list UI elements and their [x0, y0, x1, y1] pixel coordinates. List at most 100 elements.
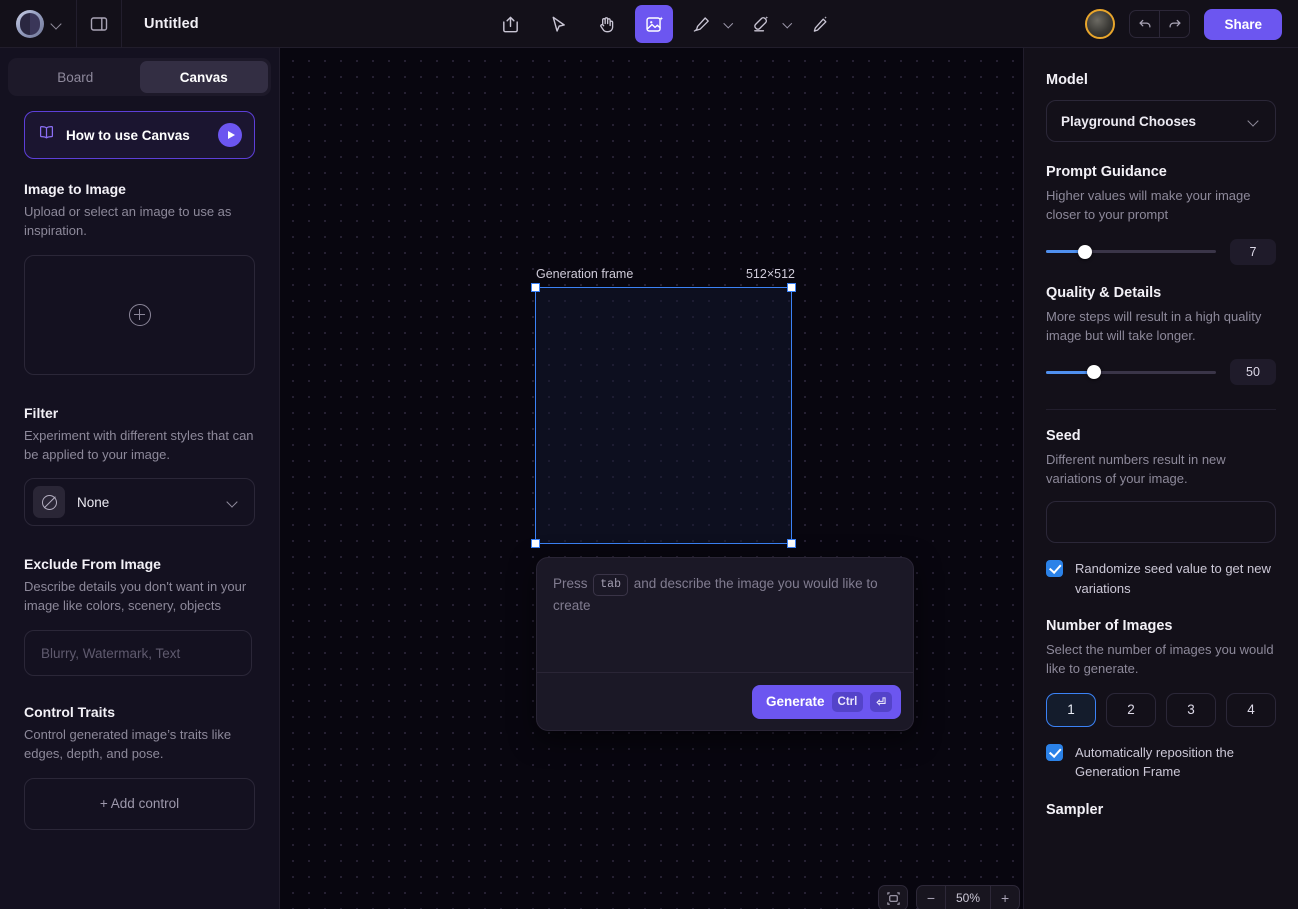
top-bar: Untitled Share	[0, 0, 1298, 48]
randomize-seed-label: Randomize seed value to get new variatio…	[1075, 561, 1271, 596]
resize-handle-top-left[interactable]	[531, 283, 540, 292]
prompt-guidance-value[interactable]: 7	[1230, 238, 1276, 265]
canvas-workspace[interactable]: Generation frame 512×512 Press tab and d…	[280, 48, 1023, 909]
image-count-option-3[interactable]: 3	[1166, 692, 1216, 727]
tab-canvas[interactable]: Canvas	[139, 61, 268, 93]
quality-details-desc: More steps will result in a high quality…	[1046, 308, 1262, 343]
auto-reposition-label: Automatically reposition the Generation …	[1075, 744, 1234, 780]
model-value: Playground Chooses	[1061, 113, 1197, 129]
filter-value: None	[77, 494, 110, 510]
how-to-use-canvas-card[interactable]: How to use Canvas	[24, 111, 255, 159]
image-count-option-2[interactable]: 2	[1106, 692, 1156, 727]
panel-toggle-icon[interactable]	[77, 0, 121, 48]
auto-reposition-checkbox[interactable]	[1046, 743, 1063, 761]
image-count-option-1[interactable]: 1	[1046, 692, 1096, 727]
undo-arrow-icon[interactable]	[1130, 11, 1159, 37]
prompt-guidance-desc: Higher values will make your image close…	[1046, 188, 1251, 222]
control-traits-desc: Control generated image’s traits like ed…	[24, 727, 232, 761]
filter-desc: Experiment with different styles that ca…	[24, 427, 254, 462]
account-menu[interactable]	[0, 0, 76, 48]
randomize-seed-row: Randomize seed value to get new variatio…	[1046, 559, 1276, 598]
right-settings-panel: Model Playground Chooses Prompt Guidance…	[1023, 48, 1298, 909]
generate-image-tool[interactable]	[635, 5, 673, 43]
resize-handle-top-right[interactable]	[787, 283, 796, 292]
filter-title: Filter	[24, 404, 59, 421]
seed-desc: Different numbers result in new variatio…	[1046, 452, 1226, 487]
prompt-footer: Generate Ctrl ⏎	[537, 672, 913, 730]
filter-select[interactable]: None	[24, 478, 255, 527]
prompt-input[interactable]: Press tab and describe the image you wou…	[537, 558, 913, 672]
chevron-down-icon	[226, 495, 240, 509]
quality-slider-row: 50	[1046, 359, 1276, 386]
add-control-button[interactable]: + Add control	[24, 777, 255, 830]
kbd-ctrl: Ctrl	[831, 691, 864, 712]
user-avatar[interactable]	[1085, 9, 1116, 39]
image-to-image-section: Image to Image Upload or select an image…	[0, 181, 279, 241]
randomize-seed-checkbox[interactable]	[1046, 560, 1063, 578]
top-bar-left: Untitled	[0, 0, 199, 48]
left-sidebar: Board Canvas How to use Canvas Image to …	[0, 48, 280, 909]
resize-handle-bottom-right[interactable]	[787, 539, 796, 548]
number-of-images-title: Number of Images	[1046, 618, 1173, 635]
kbd-tab: tab	[593, 574, 628, 596]
chevron-down-icon	[1247, 114, 1261, 128]
zoom-out-button[interactable]: −	[917, 886, 945, 909]
chevron-down-icon[interactable]	[50, 17, 64, 31]
generation-frame-size: 512×512	[745, 267, 795, 281]
quality-slider[interactable]	[1046, 364, 1216, 380]
zoom-group: − 50% +	[916, 885, 1021, 909]
seed-input[interactable]	[1046, 501, 1276, 544]
generate-label: Generate	[766, 694, 825, 709]
chevron-down-icon[interactable]	[783, 19, 793, 29]
page-title[interactable]: Untitled	[122, 16, 199, 32]
zoom-controls: − 50% +	[878, 885, 1021, 909]
redo-arrow-icon[interactable]	[1160, 11, 1189, 37]
image-count-option-4[interactable]: 4	[1226, 692, 1276, 727]
draw-tool[interactable]	[683, 5, 721, 43]
zoom-level[interactable]: 50%	[946, 891, 990, 905]
erase-tool[interactable]	[742, 5, 780, 43]
top-bar-right: Share	[1085, 0, 1282, 48]
prompt-guidance-slider[interactable]	[1046, 244, 1216, 260]
erase-tool-group[interactable]	[737, 5, 796, 43]
sampler-title: Sampler	[1046, 801, 1104, 818]
prompt-placeholder-before: Press	[553, 576, 588, 591]
select-tool[interactable]	[539, 5, 577, 43]
number-of-images-options: 1 2 3 4	[1046, 692, 1276, 727]
generation-frame-label: Generation frame	[536, 267, 634, 281]
exclude-title: Exclude From Image	[24, 556, 161, 573]
prompt-card: Press tab and describe the image you wou…	[536, 557, 914, 731]
fit-to-frame-icon[interactable]	[878, 885, 908, 909]
image-upload-dropzone[interactable]	[24, 254, 255, 375]
slider-thumb[interactable]	[1078, 244, 1093, 259]
edit-tool[interactable]	[801, 5, 839, 43]
share-button[interactable]: Share	[1204, 8, 1282, 40]
image-to-image-title: Image to Image	[24, 181, 126, 197]
auto-reposition-row: Automatically reposition the Generation …	[1046, 743, 1276, 782]
generate-button[interactable]: Generate Ctrl ⏎	[752, 684, 901, 719]
prompt-guidance-slider-row: 7	[1046, 238, 1276, 265]
board-canvas-tabs: Board Canvas	[8, 58, 271, 96]
chevron-down-icon[interactable]	[724, 19, 734, 29]
control-traits-section: Control Traits Control generated image’s…	[0, 704, 279, 764]
model-title: Model	[1046, 72, 1088, 88]
zoom-in-button[interactable]: +	[991, 886, 1019, 909]
model-select[interactable]: Playground Chooses	[1046, 100, 1276, 142]
control-traits-title: Control Traits	[24, 704, 116, 721]
tab-board[interactable]: Board	[11, 61, 140, 93]
book-icon	[37, 123, 56, 147]
upload-export-tool[interactable]	[491, 5, 529, 43]
quality-value[interactable]: 50	[1230, 359, 1276, 386]
exclude-input[interactable]	[24, 630, 252, 677]
undo-redo-group	[1129, 10, 1191, 38]
draw-tool-group[interactable]	[678, 5, 737, 43]
kbd-enter: ⏎	[870, 691, 892, 712]
hand-tool[interactable]	[587, 5, 625, 43]
plus-circle-icon	[128, 303, 151, 326]
exclude-from-image-section: Exclude From Image Describe details you …	[0, 556, 279, 616]
slider-thumb[interactable]	[1086, 365, 1101, 380]
quality-details-title: Quality & Details	[1046, 284, 1162, 301]
play-icon[interactable]	[218, 123, 242, 147]
generation-frame[interactable]	[531, 283, 796, 548]
resize-handle-bottom-left[interactable]	[531, 539, 540, 548]
